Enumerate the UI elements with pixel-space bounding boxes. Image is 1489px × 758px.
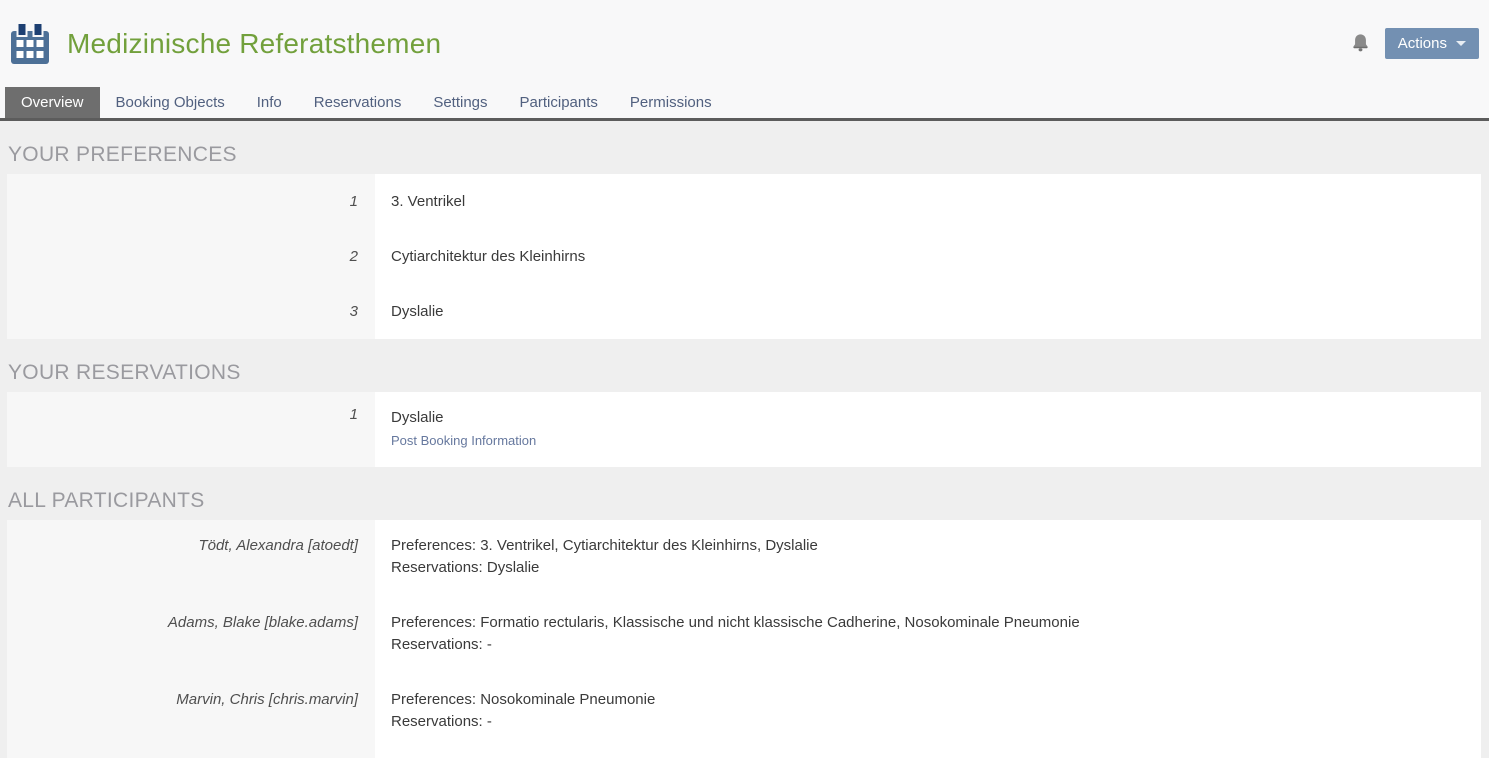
tab-overview[interactable]: Overview [5, 87, 100, 118]
notifications-button[interactable] [1350, 32, 1371, 56]
post-booking-information-link[interactable]: Post Booking Information [391, 429, 536, 452]
tab-reservations[interactable]: Reservations [298, 87, 418, 118]
preference-row: 2 Cytiarchitektur des Kleinhirns [7, 229, 1481, 284]
participant-row: Tödt, Alexandra [atoedt] Preferences: 3.… [7, 520, 1481, 597]
main-content: YOUR PREFERENCES 1 3. Ventrikel 2 Cytiar… [0, 121, 1489, 758]
reservation-rank: 1 [350, 406, 358, 423]
preferences-heading: YOUR PREFERENCES [0, 121, 1489, 174]
calendar-icon [10, 22, 50, 66]
tabbar: Overview Booking Objects Info Reservatio… [0, 87, 1489, 121]
reservation-label: Dyslalie [391, 406, 1481, 429]
page-title: Medizinische Referatsthemen [67, 28, 441, 60]
tab-info[interactable]: Info [241, 87, 298, 118]
actions-button-label: Actions [1398, 35, 1447, 52]
tab-booking-objects[interactable]: Booking Objects [100, 87, 241, 118]
reservations-card: 1 Dyslalie Post Booking Information [7, 392, 1481, 467]
participants-card: Tödt, Alexandra [atoedt] Preferences: 3.… [7, 520, 1481, 758]
preference-row: 3 Dyslalie [7, 284, 1481, 339]
participant-reservations: Reservations: Dyslalie [391, 557, 1481, 579]
preferences-card: 1 3. Ventrikel 2 Cytiarchitektur des Kle… [7, 174, 1481, 339]
participant-name: Adams, Blake [blake.adams] [168, 614, 358, 631]
chevron-down-icon [1456, 41, 1466, 46]
participant-row: Marvin, Chris [chris.marvin] Preferences… [7, 674, 1481, 751]
preference-label: 3. Ventrikel [391, 193, 465, 210]
participant-preferences: Preferences: Formatio rectularis, Klassi… [391, 612, 1481, 634]
bell-icon [1350, 32, 1371, 56]
participant-preferences: Preferences: Nosokominale Pneumonie [391, 689, 1481, 711]
preference-label: Dyslalie [391, 303, 444, 320]
preference-label: Cytiarchitektur des Kleinhirns [391, 248, 585, 265]
participant-preferences: Preferences: 3. Ventrikel, Cytiarchitekt… [391, 535, 1481, 557]
preference-row: 1 3. Ventrikel [7, 174, 1481, 229]
participant-reservations: Reservations: - [391, 711, 1481, 733]
reservations-heading: YOUR RESERVATIONS [0, 339, 1489, 392]
participant-name: Tödt, Alexandra [atoedt] [198, 537, 358, 554]
tab-participants[interactable]: Participants [504, 87, 614, 118]
reservation-row: 1 Dyslalie Post Booking Information [7, 392, 1481, 467]
participant-name: Marvin, Chris [chris.marvin] [176, 691, 358, 708]
preference-rank: 3 [350, 303, 358, 320]
app-header: Medizinische Referatsthemen Actions [0, 0, 1489, 87]
actions-button[interactable]: Actions [1385, 28, 1479, 59]
tab-permissions[interactable]: Permissions [614, 87, 728, 118]
preference-rank: 1 [350, 193, 358, 210]
preference-rank: 2 [350, 248, 358, 265]
participant-row: Adams, Blake [blake.adams] Preferences: … [7, 597, 1481, 674]
participants-heading: ALL PARTICIPANTS [0, 467, 1489, 520]
participant-reservations: Reservations: - [391, 634, 1481, 656]
header-actions-group: Actions [1350, 28, 1479, 59]
tab-settings[interactable]: Settings [417, 87, 503, 118]
